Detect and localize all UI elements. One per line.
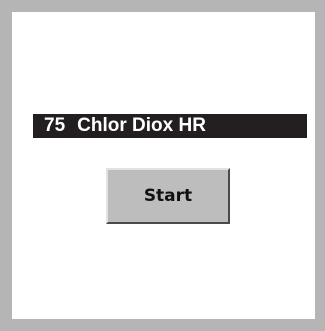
selected-program-bar: 75 Chlor Diox HR (33, 114, 307, 138)
start-button[interactable]: Start (106, 168, 230, 224)
program-name: Chlor Diox HR (77, 115, 206, 136)
start-button-label: Start (143, 186, 193, 206)
instrument-display-screen: 75 Chlor Diox HR Start (12, 12, 315, 319)
program-number: 75 (44, 115, 66, 136)
